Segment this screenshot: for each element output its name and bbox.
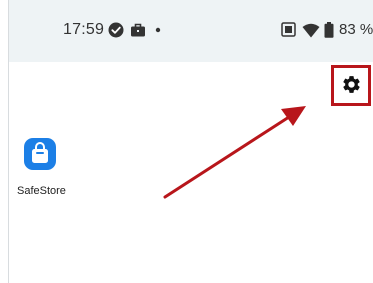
- safestore-app-icon: [24, 138, 56, 170]
- battery-percent: 83 %: [339, 21, 373, 38]
- status-bar: 17:59 83 %: [9, 0, 373, 62]
- status-time: 17:59: [63, 21, 105, 38]
- dot-icon: [155, 27, 161, 33]
- gear-icon: [343, 76, 360, 93]
- settings-button[interactable]: [331, 65, 371, 106]
- screen-record-icon: [281, 22, 296, 37]
- check-circle-icon: [108, 22, 124, 38]
- app-label: SafeStore: [17, 185, 66, 197]
- battery-icon: [324, 22, 334, 38]
- briefcase-icon: [131, 23, 145, 37]
- shopping-bag-icon: [32, 142, 48, 163]
- phone-screen: 17:59 83 % SafeStore: [8, 0, 373, 283]
- wifi-icon: [302, 23, 320, 38]
- home-screen: SafeStore: [9, 62, 373, 283]
